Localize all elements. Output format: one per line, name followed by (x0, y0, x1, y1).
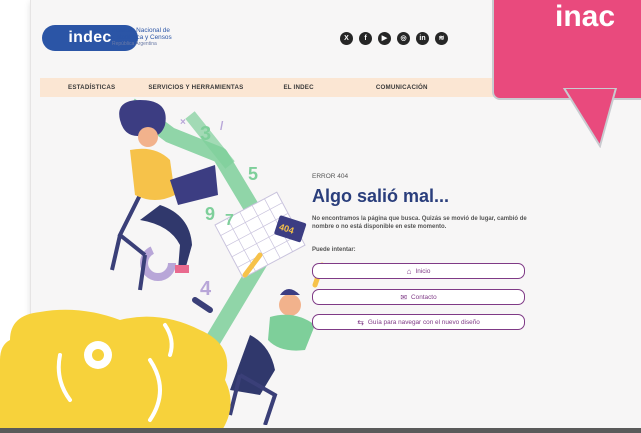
callout-tail (562, 88, 618, 148)
linkedin-icon[interactable]: in (416, 32, 429, 45)
guide-button-label: Guía para navegar con el nuevo diseño (367, 318, 480, 326)
nav-item-servicios[interactable]: SERVICIOS Y HERRAMIENTAS (148, 84, 243, 91)
svg-text:3: 3 (200, 123, 211, 145)
svg-text:5: 5 (248, 164, 258, 184)
x-icon[interactable]: X (340, 32, 353, 45)
screenshot: indec Instituto Nacional de Estadística … (0, 0, 641, 433)
callout-text: inac (555, 0, 616, 33)
mail-icon: ✉ (400, 292, 408, 302)
error-description: No encontramos la página que busca. Quiz… (312, 216, 527, 230)
home-icon: ⌂ (406, 266, 412, 276)
svg-text:/: / (220, 119, 224, 133)
home-button-label: Inicio (415, 267, 431, 275)
svg-text:7: 7 (225, 212, 234, 229)
svg-text:9: 9 (205, 204, 215, 224)
social-links: X f ▶ ◎ in ≋ (340, 32, 448, 45)
org-name-line-1: Instituto Nacional de (112, 27, 170, 34)
guide-button[interactable]: ⇆ Guía para navegar con el nuevo diseño (312, 314, 525, 330)
svg-text:×: × (180, 117, 186, 128)
nav-item-comunicacion[interactable]: COMUNICACIÓN (376, 84, 428, 91)
error-code: ERROR 404 (312, 173, 349, 180)
nav-item-estadisticas[interactable]: ESTADÍSTICAS (68, 84, 115, 91)
org-name-line-3: República Argentina (112, 41, 157, 47)
org-name-line-2: Estadística y Censos (112, 34, 172, 41)
youtube-icon[interactable]: ▶ (378, 32, 391, 45)
spotify-icon[interactable]: ≋ (435, 32, 448, 45)
svg-text:4: 4 (200, 278, 212, 300)
facebook-icon[interactable]: f (359, 32, 372, 45)
contact-button[interactable]: ✉ Contacto (312, 289, 525, 305)
contact-button-label: Contacto (411, 293, 437, 301)
signpost-icon: ⇆ (357, 317, 364, 327)
error-hint: Puede intentar: (312, 247, 356, 253)
error-title: Algo salió mal... (312, 186, 450, 206)
org-name: Instituto Nacional de Estadística y Cens… (112, 27, 172, 48)
nav-item-el-indec[interactable]: EL INDEC (283, 84, 313, 91)
home-button[interactable]: ⌂ Inicio (312, 263, 525, 279)
sticker-blob (0, 309, 231, 433)
instagram-icon[interactable]: ◎ (397, 32, 410, 45)
page-bottom-edge (0, 428, 641, 433)
